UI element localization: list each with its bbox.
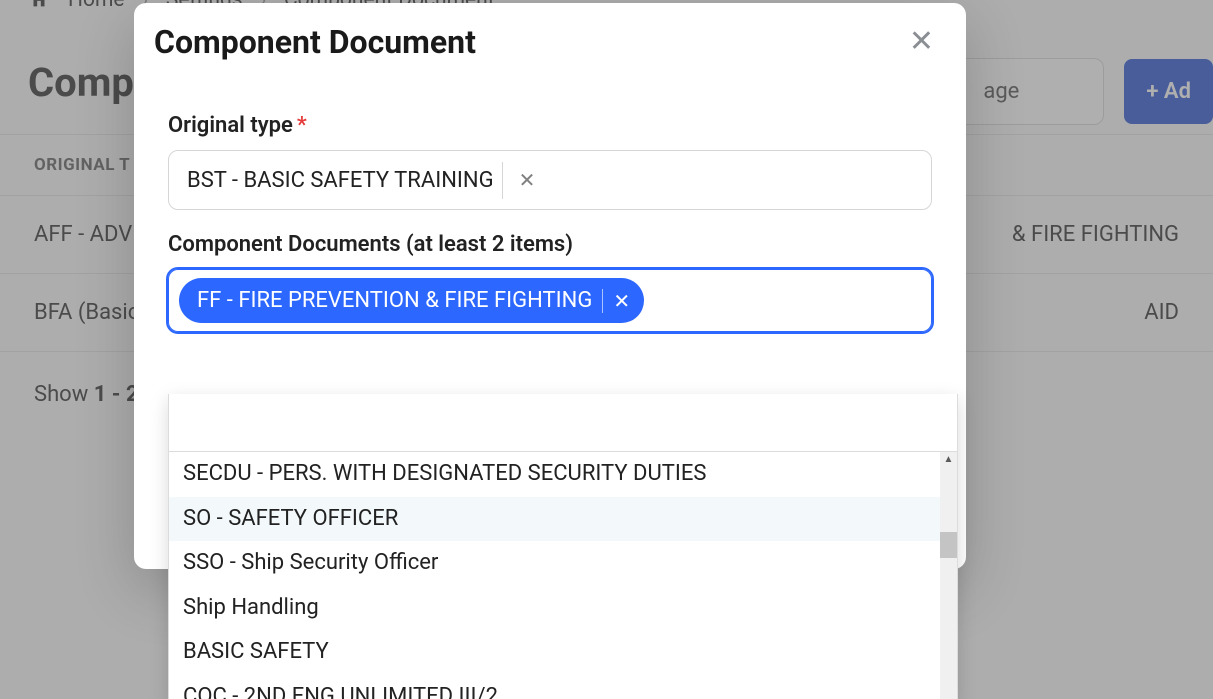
chip-remove-icon[interactable]: ✕ [613, 289, 630, 313]
required-mark: * [297, 113, 307, 138]
dropdown-option[interactable]: SO - SAFETY OFFICER [169, 497, 957, 542]
dropdown-option[interactable]: Ship Handling [169, 586, 957, 631]
chip-text: FF - FIRE PREVENTION & FIRE FIGHTING [197, 288, 592, 313]
original-type-chip: BST - BASIC SAFETY TRAINING [179, 162, 503, 199]
chip-remove-icon[interactable]: ✕ [513, 168, 542, 192]
component-chip: FF - FIRE PREVENTION & FIRE FIGHTING ✕ [179, 278, 644, 323]
close-icon[interactable]: ✕ [909, 27, 934, 57]
dropdown-option[interactable]: COC - 2ND ENG UNLIMITED III/2 [169, 675, 957, 699]
dropdown-option[interactable]: SECDU - PERS. WITH DESIGNATED SECURITY D… [169, 452, 957, 497]
component-documents-label: Component Documents (at least 2 items) [168, 232, 932, 257]
label-text: Original type [168, 113, 293, 138]
dropdown-option[interactable]: SSO - Ship Security Officer [169, 541, 957, 586]
component-documents-select[interactable]: FF - FIRE PREVENTION & FIRE FIGHTING ✕ [168, 269, 932, 332]
dropdown-list: SECDU - PERS. WITH DESIGNATED SECURITY D… [169, 452, 957, 699]
modal-body: Original type* BST - BASIC SAFETY TRAINI… [134, 113, 966, 332]
component-documents-dropdown: SECDU - PERS. WITH DESIGNATED SECURITY D… [168, 394, 958, 699]
original-type-select[interactable]: BST - BASIC SAFETY TRAINING ✕ [168, 150, 932, 210]
modal-header: Component Document ✕ [134, 23, 966, 91]
dropdown-search[interactable] [169, 394, 957, 452]
chip-divider [602, 289, 603, 313]
scrollbar[interactable]: ▲ [940, 452, 957, 699]
original-type-label: Original type* [168, 113, 932, 138]
scrollbar-thumb[interactable] [940, 532, 957, 558]
dropdown-option[interactable]: BASIC SAFETY [169, 630, 957, 675]
modal-title: Component Document [154, 23, 476, 61]
scroll-up-icon[interactable]: ▲ [940, 452, 957, 466]
